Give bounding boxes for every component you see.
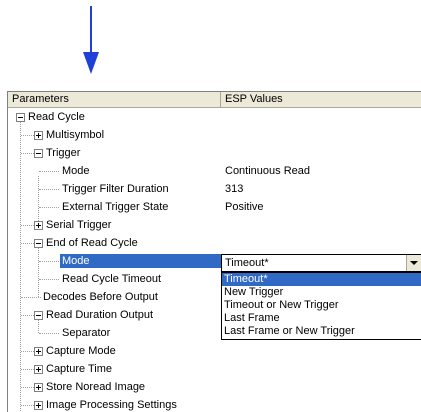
expand-icon[interactable] xyxy=(34,383,43,392)
tree-connector xyxy=(21,297,41,298)
tree-connector xyxy=(21,351,34,352)
combobox-value: Timeout* xyxy=(225,257,269,269)
chevron-down-icon xyxy=(410,261,418,265)
dropdown-option[interactable]: Last Frame or New Trigger xyxy=(222,325,421,338)
expand-icon[interactable] xyxy=(34,131,43,140)
tree-label: End of Read Cycle xyxy=(46,237,138,249)
tree-row-read-cycle[interactable]: Read Cycle xyxy=(8,108,421,126)
tree-label: Image Processing Settings xyxy=(46,399,177,411)
dropdown-option[interactable]: Timeout* xyxy=(222,273,421,286)
tree-connector xyxy=(39,207,59,208)
collapse-icon[interactable] xyxy=(34,311,43,320)
tree-row-image-processing-settings[interactable]: Image Processing Settings xyxy=(8,396,421,412)
tree-connector xyxy=(39,333,59,334)
tree-label: Capture Time xyxy=(46,363,113,375)
tree-connector xyxy=(39,189,59,190)
tree-label: Separator xyxy=(62,327,111,339)
tree-row-serial-trigger[interactable]: Serial Trigger xyxy=(8,216,421,234)
tree-connector xyxy=(39,171,59,172)
tree-row-trigger-filter-duration[interactable]: Trigger Filter Duration 313 xyxy=(8,180,421,198)
mode-dropdown-list: Timeout* New Trigger Timeout or New Trig… xyxy=(221,272,421,340)
tree-label: Trigger xyxy=(46,147,81,159)
tree-label: Read Duration Output xyxy=(46,309,154,321)
header-parameters[interactable]: Parameters xyxy=(8,92,221,107)
collapse-icon[interactable] xyxy=(34,239,43,248)
dropdown-button[interactable] xyxy=(406,255,421,271)
tree-connector xyxy=(21,315,34,316)
tree-row-store-noread-image[interactable]: Store Noread Image xyxy=(8,378,421,396)
down-arrow-icon xyxy=(83,6,99,74)
tree-label: Serial Trigger xyxy=(46,219,112,231)
collapse-icon[interactable] xyxy=(34,149,43,158)
tree-label-selected: Mode xyxy=(60,254,222,268)
tree-connector xyxy=(39,279,59,280)
tree-label: Read Cycle Timeout xyxy=(62,273,162,285)
dropdown-option[interactable]: Last Frame xyxy=(222,312,421,325)
tree-value[interactable]: Positive xyxy=(225,198,264,216)
tree-label: Capture Mode xyxy=(46,345,116,357)
tree-label: Multisymbol xyxy=(46,129,105,141)
tree-label: External Trigger State xyxy=(62,201,169,213)
tree-connector xyxy=(21,243,34,244)
tree-connector xyxy=(21,135,34,136)
tree-connector xyxy=(39,261,59,262)
tree-connector xyxy=(21,153,34,154)
tree-label: Mode xyxy=(62,165,90,177)
tree-row-multisymbol[interactable]: Multisymbol xyxy=(8,126,421,144)
tree-connector xyxy=(21,369,34,370)
dropdown-option[interactable]: New Trigger xyxy=(222,286,421,299)
tree-connector xyxy=(21,225,34,226)
tree-label: Decodes Before Output xyxy=(43,291,158,303)
dropdown-option[interactable]: Timeout or New Trigger xyxy=(222,299,421,312)
grid-header: Parameters ESP Values xyxy=(8,92,421,108)
expand-icon[interactable] xyxy=(34,221,43,230)
tree-row-mode[interactable]: Mode Continuous Read xyxy=(8,162,421,180)
tree-row-capture-time[interactable]: Capture Time xyxy=(8,360,421,378)
expand-icon[interactable] xyxy=(34,401,43,410)
header-esp-values[interactable]: ESP Values xyxy=(221,92,421,107)
parameter-grid: Parameters ESP Values Read Cycle Multisy… xyxy=(7,91,421,412)
tree-connector xyxy=(21,387,34,388)
tree-label: Read Cycle xyxy=(28,111,85,123)
tree-connector xyxy=(21,405,34,406)
mode-combobox[interactable]: Timeout* xyxy=(221,254,421,272)
tree-label: Store Noread Image xyxy=(46,381,146,393)
tree-row-external-trigger-state[interactable]: External Trigger State Positive xyxy=(8,198,421,216)
tree-value[interactable]: 313 xyxy=(225,180,243,198)
expand-icon[interactable] xyxy=(34,365,43,374)
tree-row-end-of-read-cycle[interactable]: End of Read Cycle xyxy=(8,234,421,252)
collapse-icon[interactable] xyxy=(16,113,25,122)
tree-row-trigger[interactable]: Trigger xyxy=(8,144,421,162)
tree-row-capture-mode[interactable]: Capture Mode xyxy=(8,342,421,360)
tree-label: Trigger Filter Duration xyxy=(62,183,169,195)
expand-icon[interactable] xyxy=(34,347,43,356)
tree-value[interactable]: Continuous Read xyxy=(225,162,310,180)
